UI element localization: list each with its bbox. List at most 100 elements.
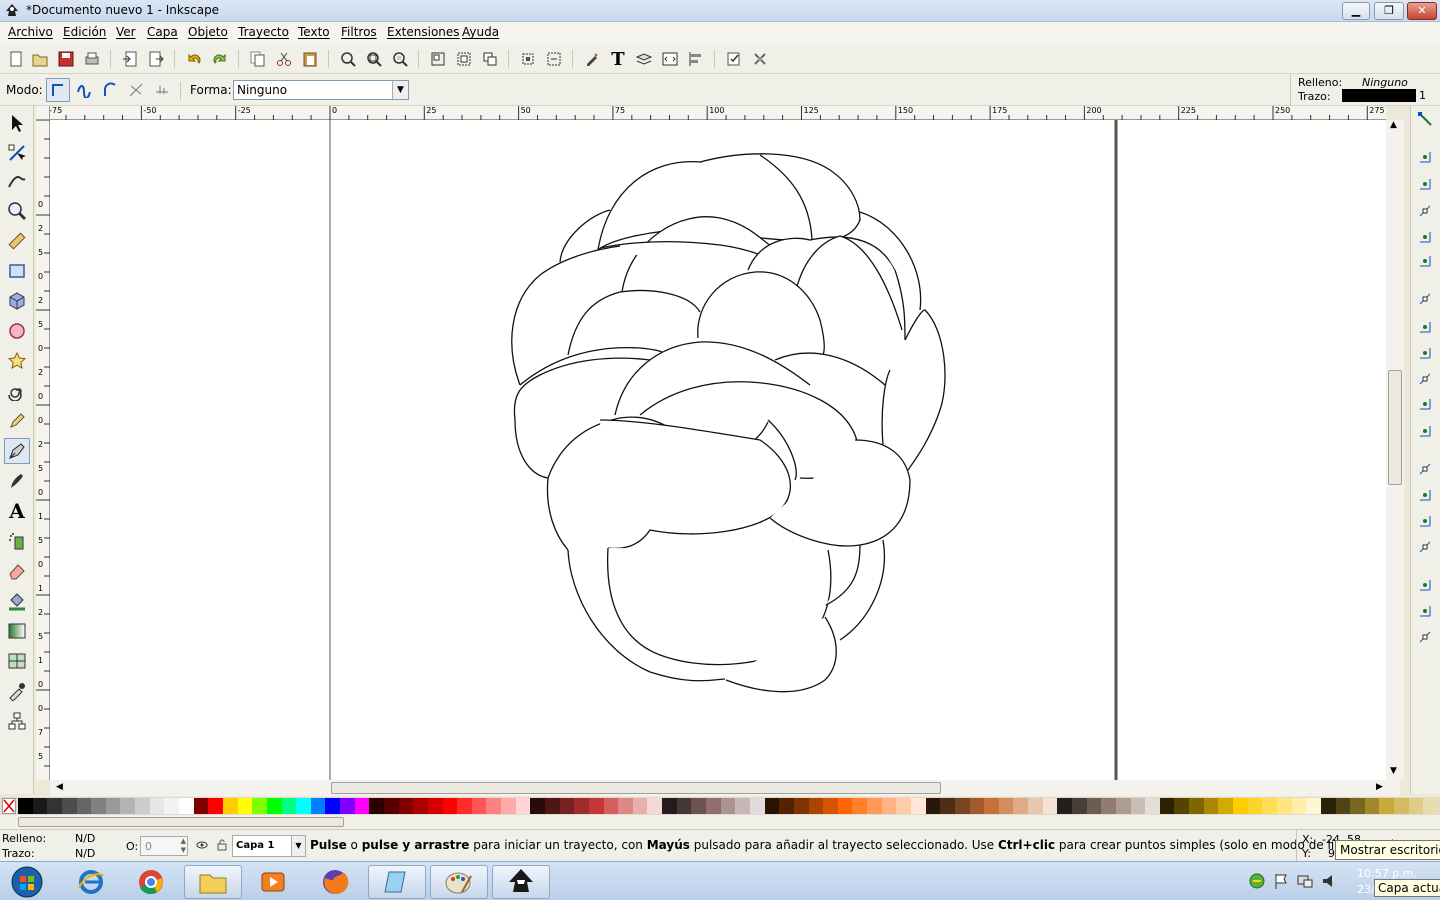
color-swatch[interactable]	[720, 798, 736, 814]
color-swatch[interactable]	[1159, 798, 1175, 814]
color-swatch[interactable]	[559, 798, 575, 814]
menu-filtros[interactable]: Filtros	[341, 25, 377, 39]
start-button[interactable]	[2, 865, 52, 899]
color-swatch[interactable]	[340, 798, 356, 814]
color-swatch[interactable]	[296, 798, 312, 814]
drawing-canvas[interactable]	[50, 120, 1386, 780]
color-swatch[interactable]	[208, 798, 224, 814]
scroll-down-icon[interactable]: ▼	[1390, 766, 1397, 776]
color-swatch[interactable]	[383, 798, 399, 814]
color-swatch[interactable]	[1145, 798, 1161, 814]
color-swatch[interactable]	[691, 798, 707, 814]
snap-toggle-icon[interactable]	[1416, 175, 1434, 193]
color-swatch[interactable]	[413, 798, 429, 814]
scroll-right-icon[interactable]: ▶	[1376, 782, 1383, 792]
color-swatch[interactable]	[764, 798, 780, 814]
text-icon[interactable]: T	[608, 49, 628, 70]
ungroup-icon[interactable]	[454, 49, 474, 69]
selector-tool[interactable]	[4, 110, 30, 136]
color-swatch[interactable]	[310, 798, 326, 814]
color-swatch[interactable]	[1408, 798, 1424, 814]
align-panel-icon[interactable]	[686, 49, 706, 69]
mesh-tool[interactable]	[4, 648, 30, 674]
color-swatch[interactable]	[706, 798, 722, 814]
fill-stroke-icon[interactable]	[582, 49, 602, 69]
color-swatch[interactable]	[47, 798, 63, 814]
snap-toggle-icon[interactable]	[1416, 576, 1434, 594]
color-swatch[interactable]	[998, 798, 1014, 814]
zoom-drawing-icon[interactable]	[364, 49, 384, 69]
shape-select[interactable]: Ninguno ▼	[233, 80, 409, 100]
color-swatch[interactable]	[808, 798, 824, 814]
clock-date[interactable]: 23/	[1357, 883, 1375, 896]
taskbar-inkscape[interactable]	[492, 865, 550, 899]
color-swatch[interactable]	[486, 798, 502, 814]
zoom-page-icon[interactable]	[390, 49, 410, 69]
color-swatch[interactable]	[1423, 798, 1439, 814]
tray-network-icon[interactable]	[1296, 872, 1314, 893]
color-swatch[interactable]	[910, 798, 926, 814]
color-swatch[interactable]	[984, 798, 1000, 814]
snap-toggle-icon[interactable]	[1416, 290, 1434, 308]
eye-icon[interactable]	[196, 839, 208, 854]
color-swatch[interactable]	[647, 798, 663, 814]
color-swatch[interactable]	[925, 798, 941, 814]
snap-toggle-icon[interactable]	[1416, 148, 1434, 166]
color-swatch[interactable]	[76, 798, 92, 814]
menu-ver[interactable]: Ver	[116, 25, 136, 39]
redo-icon[interactable]	[210, 49, 230, 69]
color-swatch[interactable]	[237, 798, 253, 814]
zoom-selection-icon[interactable]	[338, 49, 358, 69]
document-properties-icon[interactable]	[750, 49, 770, 69]
stroke-swatch[interactable]	[1342, 89, 1416, 102]
snap-toggle-icon[interactable]	[1416, 252, 1434, 270]
taskbar-firefox[interactable]	[306, 865, 364, 899]
mode-paraxial-button[interactable]	[126, 80, 146, 100]
snap-toggle-icon[interactable]	[1416, 202, 1434, 220]
snap-toggle-icon[interactable]	[1416, 110, 1434, 128]
stroke-width-value[interactable]: 1	[1419, 89, 1426, 102]
color-swatch[interactable]	[1174, 798, 1190, 814]
color-swatch[interactable]	[1364, 798, 1380, 814]
vertical-scroll-thumb[interactable]	[1388, 370, 1402, 485]
color-swatch[interactable]	[1379, 798, 1395, 814]
color-swatch[interactable]	[442, 798, 458, 814]
pen-tool[interactable]	[4, 438, 30, 464]
taskbar-media[interactable]	[244, 865, 302, 899]
color-swatch[interactable]	[1042, 798, 1058, 814]
color-swatch[interactable]	[1247, 798, 1263, 814]
undo-icon[interactable]	[184, 49, 204, 69]
snap-toggle-icon[interactable]	[1416, 344, 1434, 362]
color-swatch[interactable]	[749, 798, 765, 814]
mode-spiro-button[interactable]	[74, 80, 94, 100]
spinner-icon[interactable]: ▲ ▼	[181, 837, 186, 855]
color-swatch[interactable]	[823, 798, 839, 814]
color-swatch[interactable]	[32, 798, 48, 814]
color-swatch[interactable]	[1189, 798, 1205, 814]
color-swatch[interactable]	[179, 798, 195, 814]
snap-toggle-icon[interactable]	[1416, 422, 1434, 440]
menu-trayecto[interactable]: Trayecto	[238, 25, 289, 39]
layers-icon[interactable]	[634, 49, 654, 69]
color-swatch[interactable]	[457, 798, 473, 814]
color-swatch[interactable]	[1262, 798, 1278, 814]
color-swatch[interactable]	[1394, 798, 1410, 814]
color-swatch[interactable]	[954, 798, 970, 814]
scroll-left-icon[interactable]: ◀	[56, 782, 63, 792]
color-swatch[interactable]	[545, 798, 560, 814]
snap-toggle-icon[interactable]	[1416, 512, 1434, 530]
color-swatch[interactable]	[222, 798, 238, 814]
save-icon[interactable]	[56, 49, 76, 69]
color-swatch[interactable]	[632, 798, 648, 814]
color-swatch[interactable]	[427, 798, 443, 814]
snap-toggle-icon[interactable]	[1416, 602, 1434, 620]
color-swatch[interactable]	[1115, 798, 1131, 814]
color-swatch[interactable]	[896, 798, 912, 814]
taskbar-explorer[interactable]	[184, 865, 242, 899]
color-swatch[interactable]	[105, 798, 121, 814]
color-swatch[interactable]	[1291, 798, 1307, 814]
export-icon[interactable]	[146, 49, 166, 69]
color-swatch[interactable]	[135, 798, 151, 814]
group-icon[interactable]	[428, 49, 448, 69]
color-swatch[interactable]	[662, 798, 678, 814]
